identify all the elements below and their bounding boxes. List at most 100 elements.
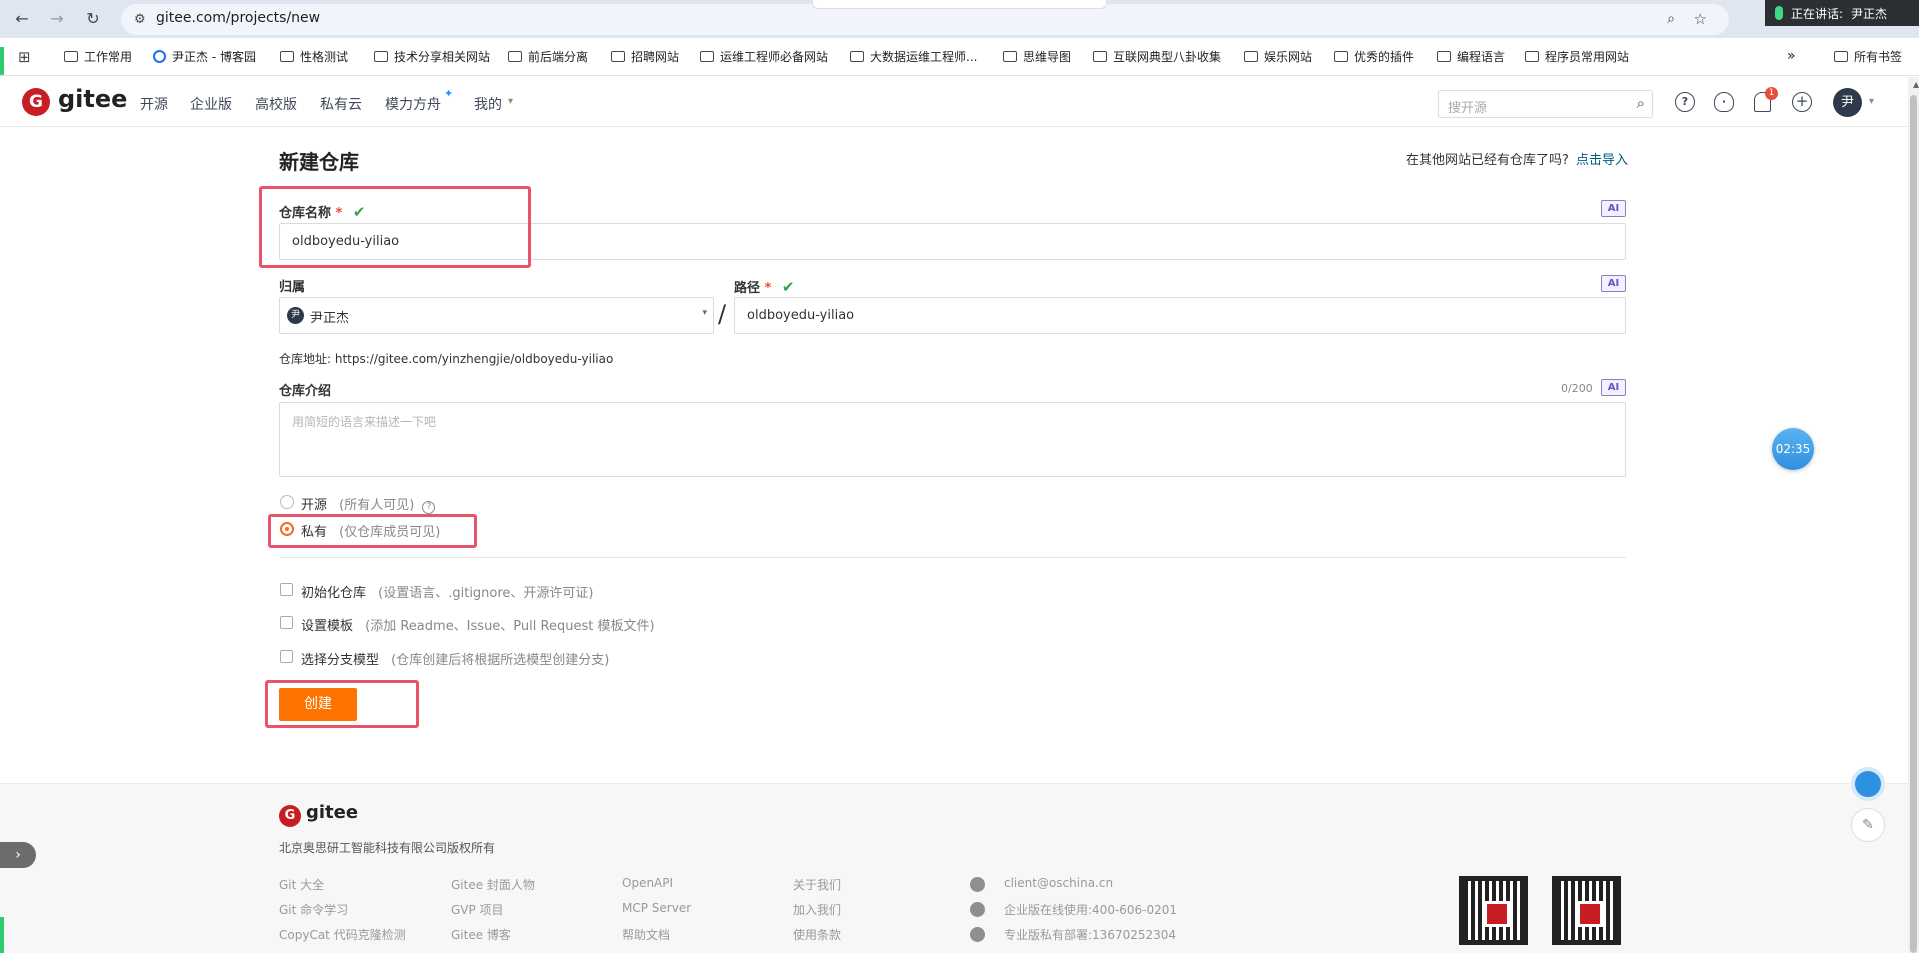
footer-link[interactable]: 加入我们 [793, 901, 841, 918]
init-repo-option[interactable]: 初始化仓库 (设置语言、.gitignore、开源许可证) [301, 582, 594, 601]
page-title: 新建仓库 [279, 150, 359, 174]
nav-education[interactable]: 高校版 [255, 94, 297, 114]
bookmark-item[interactable]: 工作常用 [64, 48, 132, 65]
sparkle-icon: ✦ [444, 87, 454, 100]
folder-icon [1437, 51, 1451, 62]
nav-moli[interactable]: 模力方舟 [385, 94, 441, 114]
ai-badge[interactable]: AI [1601, 379, 1626, 396]
bookmark-item[interactable]: 前后端分离 [508, 48, 588, 65]
search-icon[interactable]: ⌕ [1637, 94, 1645, 112]
bookmark-item[interactable]: 优秀的插件 [1334, 48, 1414, 65]
all-bookmarks-button[interactable]: 所有书签 [1834, 48, 1902, 65]
bookmark-item[interactable]: 技术分享相关网站 [374, 48, 490, 65]
page-edge-marker [0, 47, 4, 75]
contact-email[interactable]: client@oschina.cn [1004, 876, 1113, 890]
speaking-label: 正在讲话: [1791, 6, 1844, 21]
footer-link[interactable]: CopyCat 代码克隆检测 [279, 926, 406, 943]
phone-icon [970, 902, 985, 917]
intro-textarea[interactable]: 用简短的语言来描述一下吧 [279, 402, 1626, 477]
contact-enterprise-phone: 企业版在线使用:400-606-0201 [1004, 903, 1178, 917]
search-placeholder: 搜开源 [1448, 101, 1488, 116]
more-bookmarks-button[interactable]: » [1787, 48, 1796, 64]
bookmark-item[interactable]: 大数据运维工程师... [850, 48, 977, 65]
bookmark-item[interactable]: 互联网典型八卦收集 [1093, 48, 1221, 65]
owner-select[interactable]: 尹 尹正杰 ▾ [279, 297, 714, 334]
feedback-edit-icon[interactable]: ✎ [1851, 808, 1885, 842]
recording-timer[interactable]: 02:35 [1772, 428, 1814, 470]
folder-icon [508, 51, 522, 62]
import-link[interactable]: 点击导入 [1576, 149, 1628, 168]
avatar[interactable]: 尹 [1833, 88, 1862, 117]
scrollbar-thumb[interactable] [1910, 95, 1917, 953]
qr-code-icon [1552, 876, 1621, 945]
gitee-logo-icon[interactable]: G [22, 88, 50, 116]
public-option[interactable]: 开源 (所有人可见) ? [301, 494, 436, 514]
forward-icon[interactable]: → [47, 9, 67, 29]
folder-icon [850, 51, 864, 62]
footer-link[interactable]: GVP 项目 [451, 901, 504, 918]
page-edge-marker [0, 917, 4, 953]
footer-link[interactable]: MCP Server [622, 901, 691, 915]
intro-label: 仓库介绍 [279, 384, 332, 399]
branch-model-option[interactable]: 选择分支模型 (仓库创建后将根据所选模型创建分支) [301, 649, 609, 668]
footer-link[interactable]: Git 命令学习 [279, 901, 348, 918]
mail-icon [970, 877, 985, 892]
gitee-logo-text[interactable]: gitee [58, 85, 127, 113]
bookmark-item[interactable]: 尹正杰 - 博客园 [153, 48, 256, 65]
scroll-up-icon[interactable]: ▲ [1913, 80, 1919, 89]
bookmark-star-icon[interactable]: ☆ [1694, 10, 1707, 28]
footer-link[interactable]: Gitee 封面人物 [451, 876, 535, 893]
highlight-create [265, 680, 419, 728]
nav-mine[interactable]: 我的 [474, 94, 502, 114]
nav-enterprise[interactable]: 企业版 [190, 94, 232, 114]
search-input[interactable]: 搜开源 ⌕ [1438, 90, 1653, 118]
branch-model-checkbox[interactable] [280, 650, 293, 663]
footer-link[interactable]: OpenAPI [622, 876, 673, 890]
template-option[interactable]: 设置模板 (添加 Readme、Issue、Pull Request 模板文件) [301, 615, 655, 634]
ai-badge[interactable]: AI [1601, 275, 1626, 292]
footer-link[interactable]: 关于我们 [793, 876, 841, 893]
popup-edge [812, 0, 1107, 9]
lightbulb-icon[interactable]: · [1714, 92, 1734, 112]
gitee-logo-icon[interactable]: G [279, 805, 301, 827]
help-icon[interactable]: ? [1675, 92, 1695, 112]
folder-icon [1093, 51, 1107, 62]
footer-link[interactable]: 使用条款 [793, 926, 841, 943]
zoom-icon[interactable]: ⌕ [1667, 11, 1675, 27]
bookmark-item[interactable]: 招聘网站 [611, 48, 679, 65]
back-icon[interactable]: ← [12, 9, 32, 29]
footer-link[interactable]: 帮助文档 [622, 926, 670, 943]
speaking-user: 尹正杰 [1851, 6, 1888, 21]
add-icon[interactable]: + [1792, 92, 1812, 112]
url-text: gitee.com/projects/new [156, 10, 321, 26]
contact-private-phone: 专业版私有部署:13670252304 [1004, 928, 1177, 942]
template-checkbox[interactable] [280, 616, 293, 629]
reload-icon[interactable]: ↻ [83, 9, 103, 29]
nav-private-cloud[interactable]: 私有云 [320, 94, 362, 114]
apps-grid-icon[interactable]: ⊞ [18, 48, 31, 66]
bookmark-item[interactable]: 性格测试 [280, 48, 348, 65]
footer-copyright: 北京奥思研工智能科技有限公司版权所有 [279, 841, 496, 855]
footer-logo-text[interactable]: gitee [306, 802, 358, 823]
bookmark-item[interactable]: 程序员常用网站 [1525, 48, 1629, 65]
assistant-fab-icon[interactable] [1851, 767, 1885, 801]
chevron-down-icon: ▾ [508, 96, 514, 107]
bookmark-item[interactable]: 运维工程师必备网站 [700, 48, 828, 65]
footer-link[interactable]: Gitee 博客 [451, 926, 511, 943]
nav-opensource[interactable]: 开源 [140, 94, 168, 114]
avatar-chevron-down-icon[interactable]: ▾ [1869, 96, 1874, 107]
bookmark-item[interactable]: 思维导图 [1003, 48, 1071, 65]
help-icon[interactable]: ? [422, 501, 436, 514]
folder-icon [1834, 51, 1848, 62]
path-input[interactable]: oldboyedu-yiliao [734, 297, 1626, 334]
footer: G gitee 北京奥思研工智能科技有限公司版权所有 Git 大全 Git 命令… [0, 783, 1919, 953]
bookmark-item[interactable]: 编程语言 [1437, 48, 1505, 65]
bookmark-item[interactable]: 娱乐网站 [1244, 48, 1312, 65]
public-radio[interactable] [280, 495, 294, 509]
site-info-icon[interactable]: ⚙ [134, 12, 146, 27]
ai-badge[interactable]: AI [1601, 200, 1626, 217]
expand-panel-button[interactable]: › [0, 842, 36, 868]
init-repo-checkbox[interactable] [280, 583, 293, 596]
footer-link[interactable]: Git 大全 [279, 876, 324, 893]
notification-badge: 1 [1765, 87, 1778, 100]
